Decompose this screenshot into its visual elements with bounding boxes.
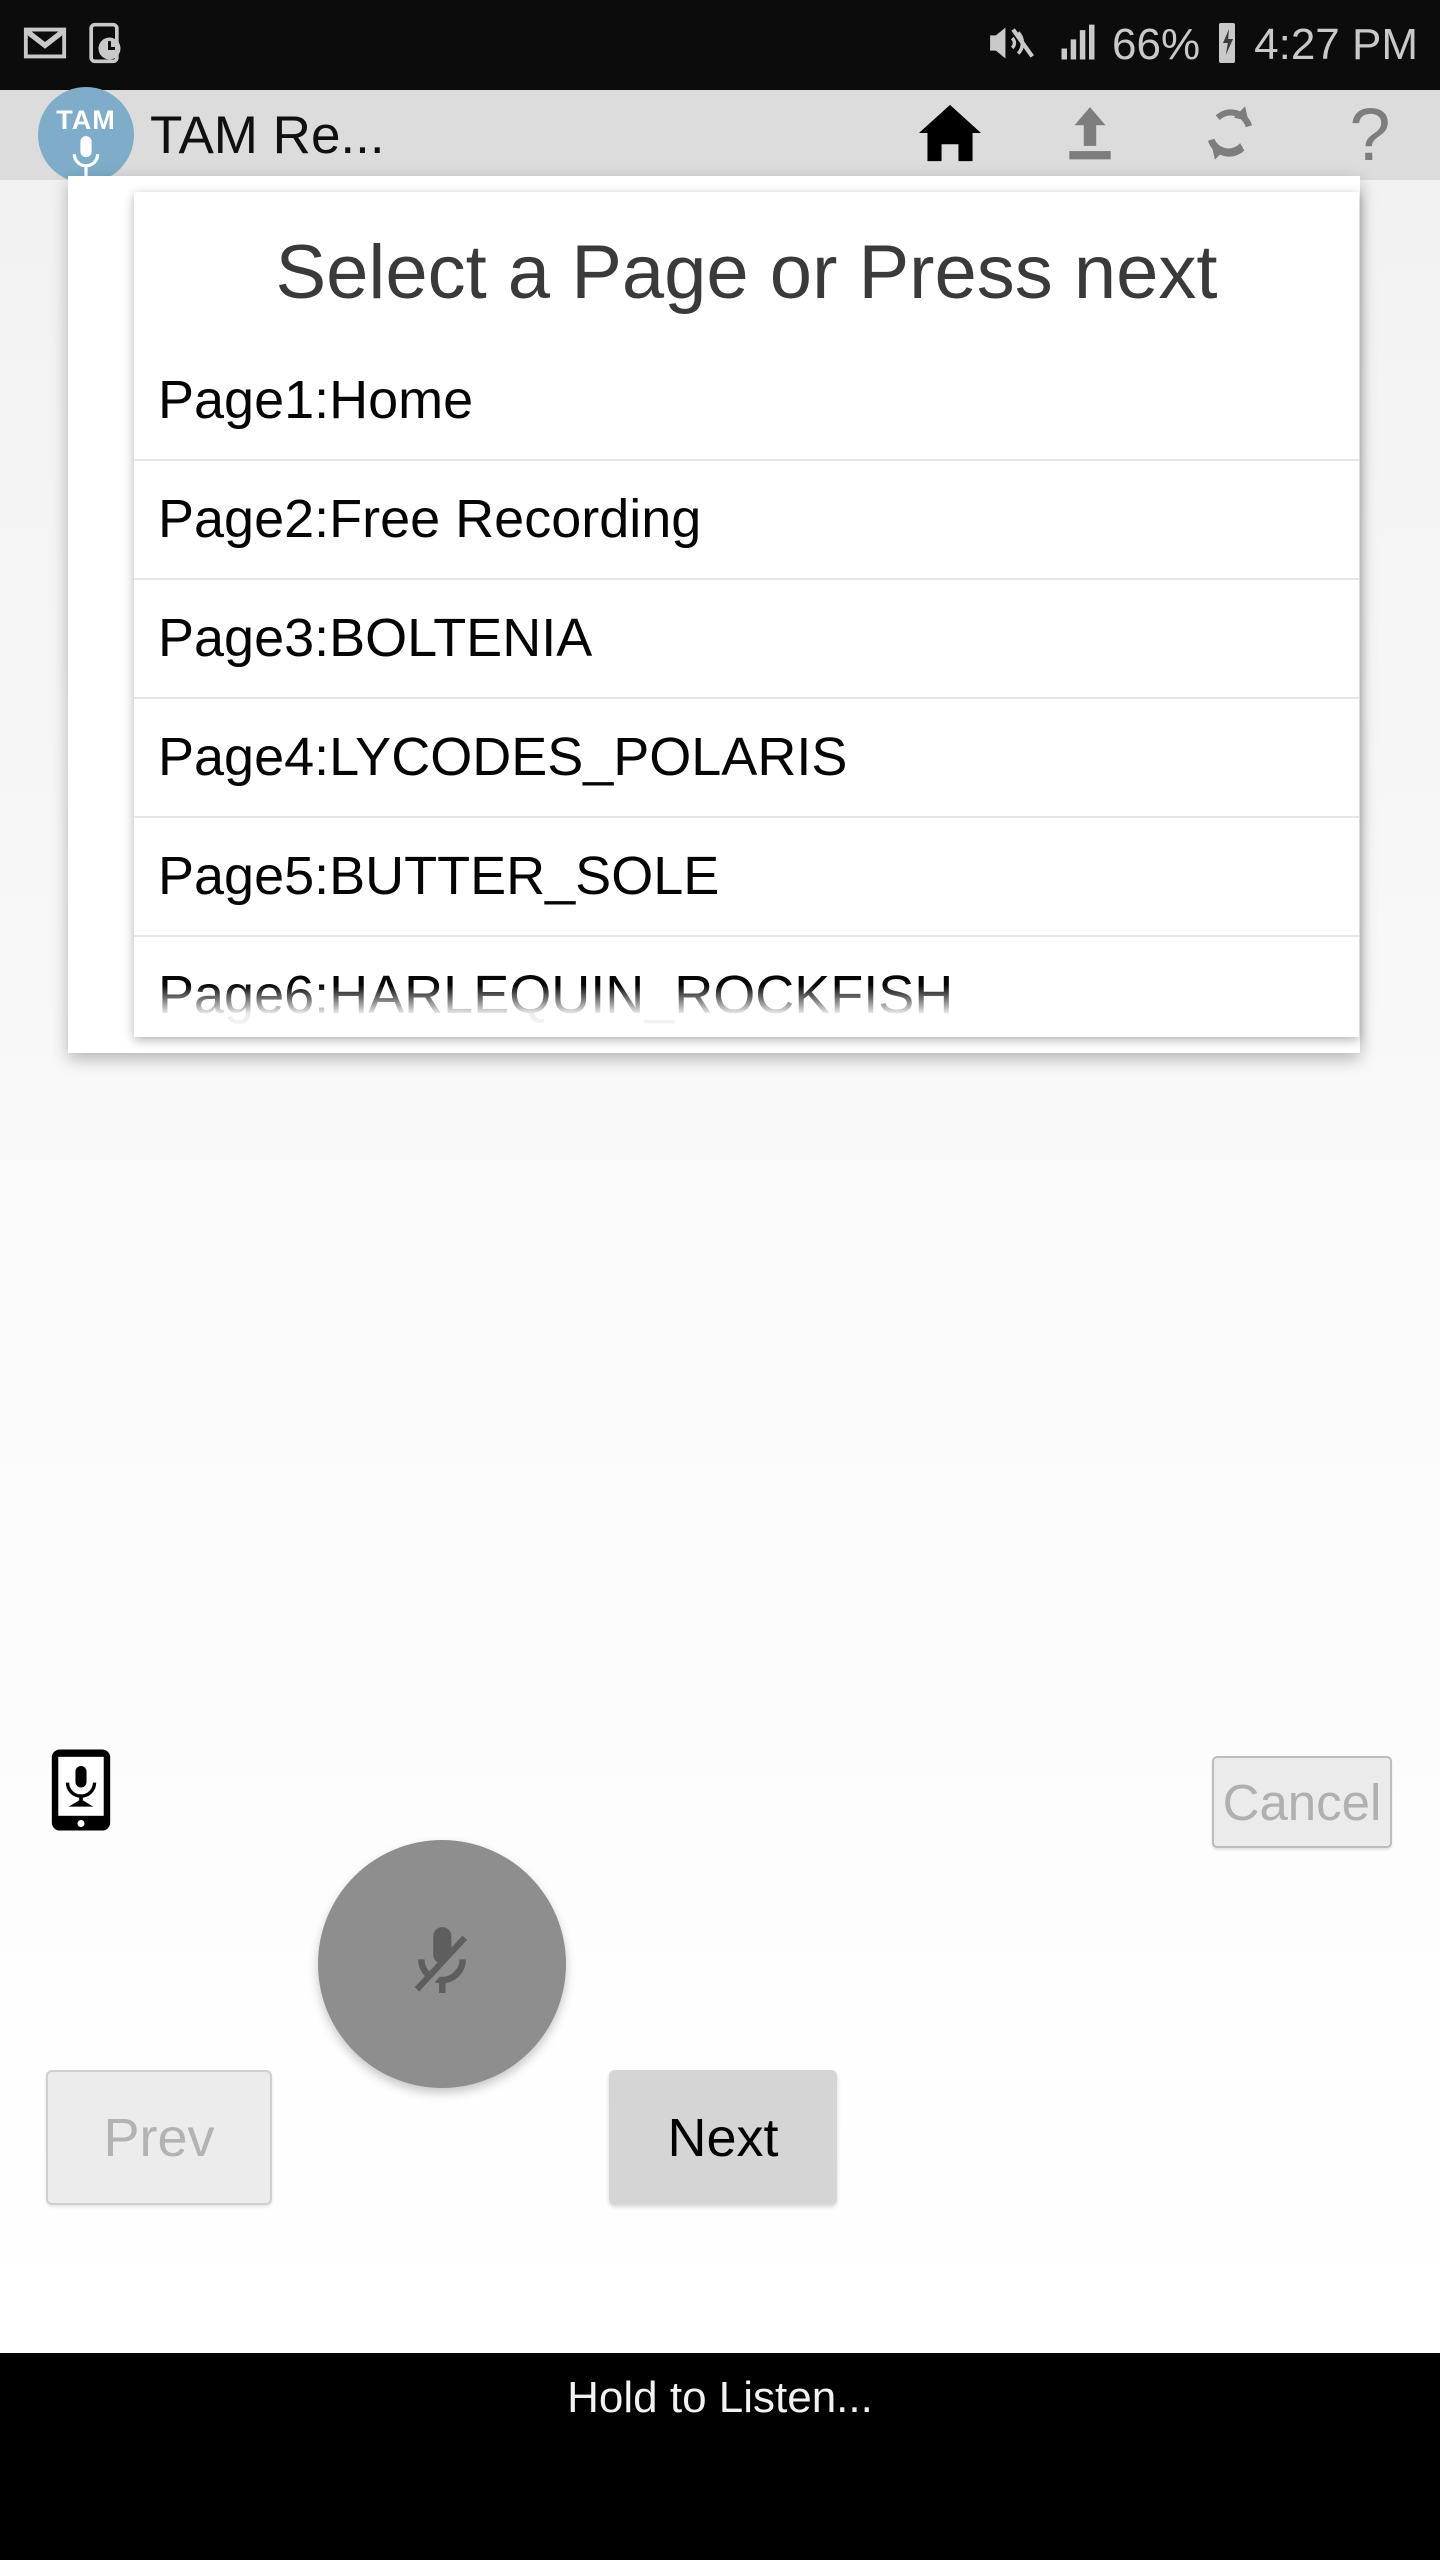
- status-bar-right: 66% 4:27 PM: [986, 19, 1418, 72]
- home-button[interactable]: [880, 90, 1020, 180]
- status-bar-time: 4:27 PM: [1254, 20, 1418, 69]
- list-item-label: Page6:HARLEQUIN_ROCKFISH: [158, 965, 954, 1026]
- list-item-label: Page3:BOLTENIA: [158, 608, 593, 669]
- app-bar-actions: ?: [880, 90, 1440, 180]
- record-button[interactable]: [318, 1840, 566, 2088]
- next-button[interactable]: Next: [609, 2070, 837, 2205]
- signal-bars-icon: [1056, 21, 1100, 70]
- page-select-dialog: Select a Page or Press next Page1:Home P…: [134, 192, 1359, 1037]
- battery-percent-label: 66%: [1112, 20, 1201, 69]
- prev-button-label: Prev: [103, 2107, 215, 2168]
- help-button[interactable]: ?: [1300, 90, 1440, 180]
- microphone-muted-icon: [402, 1920, 482, 2009]
- list-item[interactable]: Page3:BOLTENIA: [134, 579, 1359, 699]
- list-item-label: Page2:Free Recording: [158, 489, 702, 550]
- page-list[interactable]: Page1:Home Page2:Free Recording Page3:BO…: [134, 341, 1359, 1037]
- dialog-title: Select a Page or Press next: [275, 230, 1218, 315]
- app-title: TAM Re...: [150, 105, 385, 165]
- phone-microphone-icon: [46, 1747, 116, 1833]
- app-logo: TAM: [38, 87, 134, 183]
- cancel-button[interactable]: Cancel: [1212, 1756, 1392, 1848]
- prev-button[interactable]: Prev: [46, 2070, 272, 2205]
- list-item-label: Page1:Home: [158, 370, 474, 431]
- next-button-label: Next: [667, 2107, 779, 2168]
- question-mark-icon: ?: [1349, 93, 1391, 177]
- sync-button[interactable]: [1160, 90, 1300, 180]
- app-bar: TAM TAM Re... ?: [0, 87, 1440, 183]
- list-item[interactable]: Page1:Home: [134, 341, 1359, 461]
- bottom-bar: Hold to Listen...: [0, 2353, 1440, 2560]
- list-item[interactable]: Page5:BUTTER_SOLE: [134, 817, 1359, 937]
- sync-icon: [1197, 100, 1263, 171]
- app-logo-text: TAM: [56, 105, 116, 135]
- hold-to-listen-hint: Hold to Listen...: [567, 2373, 873, 2422]
- cancel-button-label: Cancel: [1222, 1773, 1382, 1831]
- upload-button[interactable]: [1020, 90, 1160, 180]
- vibrate-off-icon: [986, 20, 1044, 71]
- clock-icon: [82, 20, 126, 71]
- list-item[interactable]: Page2:Free Recording: [134, 460, 1359, 580]
- list-item-label: Page5:BUTTER_SOLE: [158, 846, 720, 907]
- battery-charging-icon: [1212, 19, 1242, 72]
- app-logo-microphone-icon: [38, 135, 134, 177]
- list-item[interactable]: Page6:HARLEQUIN_ROCKFISH: [134, 936, 1359, 1037]
- gmail-icon: [22, 20, 68, 71]
- status-bar: 66% 4:27 PM: [0, 0, 1440, 90]
- upload-icon: [1059, 102, 1121, 169]
- status-bar-left: [22, 20, 126, 71]
- home-icon: [916, 102, 984, 169]
- list-item-label: Page4:LYCODES_POLARIS: [158, 727, 848, 788]
- list-item[interactable]: Page4:LYCODES_POLARIS: [134, 698, 1359, 818]
